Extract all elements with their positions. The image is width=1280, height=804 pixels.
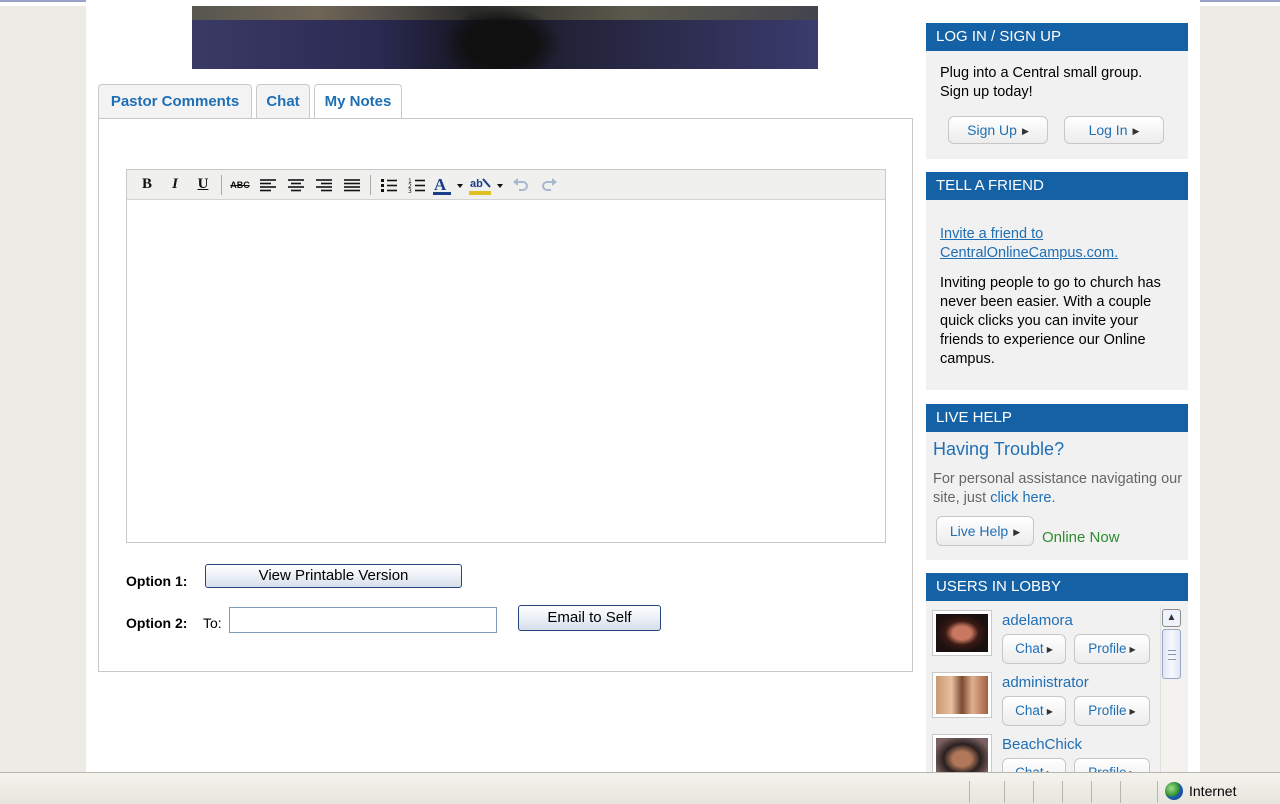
numbered-list-icon[interactable]: 123 (403, 173, 431, 197)
email-to-label: To: (203, 615, 222, 631)
email-to-input[interactable] (229, 607, 497, 633)
chat-label: Chat (1015, 765, 1044, 772)
status-separator (1091, 781, 1092, 803)
lobby-user: adelamora Chat ▶ Profile ▶ (932, 610, 1158, 672)
browser-status-bar: Internet (0, 772, 1280, 804)
live-help-text: For personal assistance navigating our s… (933, 470, 1183, 508)
arrow-right-icon: ▶ (1021, 126, 1029, 136)
zone-label: Internet (1189, 783, 1237, 799)
avatar[interactable] (932, 734, 992, 772)
align-left-icon[interactable] (254, 173, 282, 197)
view-printable-button[interactable]: View Printable Version (205, 564, 462, 588)
status-separator (969, 781, 970, 803)
status-separator (1157, 781, 1158, 803)
user-chat-button[interactable]: Chat▶ (1002, 758, 1066, 772)
video-player[interactable] (192, 6, 818, 69)
avatar[interactable] (932, 672, 992, 718)
user-name-link[interactable]: administrator (1002, 674, 1089, 691)
scroll-up-icon[interactable]: ▲ (1162, 609, 1181, 627)
svg-text:3: 3 (408, 188, 412, 193)
tell-friend-text: Inviting people to go to church has neve… (940, 275, 1161, 367)
arrow-right-icon: ▶ (1129, 707, 1136, 716)
live-help-label: Live Help (949, 523, 1009, 539)
users-lobby-box: USERS IN LOBBY adelamora Chat ▶ Profile ▶ … (926, 573, 1188, 772)
svg-text:A: A (434, 175, 447, 194)
security-zone: Internet (1165, 782, 1236, 800)
having-trouble-heading: Having Trouble? (933, 439, 1065, 459)
lobby-scrollbar[interactable]: ▲ (1160, 607, 1181, 772)
user-name-link[interactable]: adelamora (1002, 612, 1073, 629)
status-separator (1004, 781, 1005, 803)
email-to-self-button[interactable]: Email to Self (518, 605, 661, 631)
live-help-title: LIVE HELP (926, 404, 1188, 432)
live-help-description: For personal assistance navigating our s… (933, 471, 1183, 506)
bold-icon[interactable]: B (133, 173, 161, 197)
chat-label: Chat (1015, 641, 1044, 656)
video-speaker (442, 6, 562, 69)
toolbar-separator (370, 174, 371, 195)
online-status: Online Now (1042, 529, 1120, 546)
tab-chat[interactable]: Chat (256, 84, 310, 118)
invite-friend-link[interactable]: Invite a friend to CentralOnlineCampus.c… (940, 225, 1170, 263)
chat-label: Chat (1015, 703, 1044, 718)
user-profile-button[interactable]: Profile▶ (1074, 758, 1150, 772)
notes-editor: B I U ABC 123 A ab (126, 169, 886, 543)
svg-text:ab: ab (470, 178, 483, 190)
live-help-button[interactable]: Live Help ▶ (936, 516, 1034, 546)
user-profile-button[interactable]: Profile▶ (1074, 634, 1150, 664)
user-chat-button[interactable]: Chat▶ (1002, 696, 1066, 726)
login-signup-title: LOG IN / SIGN UP (926, 23, 1188, 51)
user-profile-button[interactable]: Profile▶ (1074, 696, 1150, 726)
undo-icon[interactable] (507, 173, 535, 197)
live-help-box: LIVE HELP Having Trouble? For personal a… (926, 404, 1188, 560)
status-separator (1033, 781, 1034, 803)
arrow-right-icon: ▶ (1046, 707, 1053, 716)
login-signup-text: Plug into a Central small group. Sign up… (940, 65, 1143, 100)
text-color-icon[interactable]: A (431, 173, 467, 197)
status-separator (1120, 781, 1121, 803)
status-separator (1062, 781, 1063, 803)
profile-label: Profile (1088, 765, 1126, 772)
tab-pastor-comments[interactable]: Pastor Comments (98, 84, 252, 118)
notes-text-area[interactable] (127, 200, 885, 542)
arrow-right-icon: ▶ (1046, 645, 1053, 654)
option2-label: Option 2: (126, 615, 188, 631)
users-lobby-title: USERS IN LOBBY (926, 573, 1188, 601)
arrow-right-icon: ▶ (1129, 645, 1136, 654)
log-in-label: Log In (1088, 122, 1128, 138)
avatar[interactable] (932, 610, 992, 656)
login-signup-box: LOG IN / SIGN UP Plug into a Central sma… (926, 23, 1188, 159)
toolbar-separator (221, 174, 222, 195)
strikethrough-icon[interactable]: ABC (226, 173, 254, 197)
sign-up-label: Sign Up (967, 122, 1017, 138)
tell-friend-box: TELL A FRIEND Invite a friend to Central… (926, 172, 1188, 390)
grip-icon (1168, 650, 1176, 660)
align-center-icon[interactable] (282, 173, 310, 197)
profile-label: Profile (1088, 641, 1127, 656)
page-content: Pastor Comments Chat My Notes B I U ABC (86, 0, 1200, 772)
redo-icon[interactable] (535, 173, 563, 197)
editor-toolbar: B I U ABC 123 A ab (127, 170, 885, 200)
lobby-user: administrator Chat ▶ Profile ▶ (932, 672, 1158, 734)
bullet-list-icon[interactable] (375, 173, 403, 197)
align-justify-icon[interactable] (338, 173, 366, 197)
sign-up-button[interactable]: Sign Up ▶ (948, 116, 1048, 144)
underline-icon[interactable]: U (189, 173, 217, 197)
user-name-link[interactable]: BeachChick (1002, 736, 1082, 753)
arrow-right-icon: ▶ (1013, 527, 1021, 537)
click-here-link[interactable]: click here. (990, 490, 1055, 506)
tab-my-notes[interactable]: My Notes (314, 84, 402, 120)
log-in-button[interactable]: Log In ▶ (1064, 116, 1164, 144)
highlight-color-icon[interactable]: ab (467, 173, 507, 197)
option1-label: Option 1: (126, 573, 188, 589)
profile-label: Profile (1088, 703, 1127, 718)
arrow-right-icon: ▶ (1132, 126, 1140, 136)
align-right-icon[interactable] (310, 173, 338, 197)
globe-icon (1165, 782, 1183, 800)
tell-friend-title: TELL A FRIEND (926, 172, 1188, 200)
user-chat-button[interactable]: Chat▶ (1002, 634, 1066, 664)
scroll-thumb[interactable] (1162, 629, 1181, 679)
lobby-user: BeachChick Chat▶ Profile▶ (932, 734, 1158, 772)
italic-icon[interactable]: I (161, 173, 189, 197)
